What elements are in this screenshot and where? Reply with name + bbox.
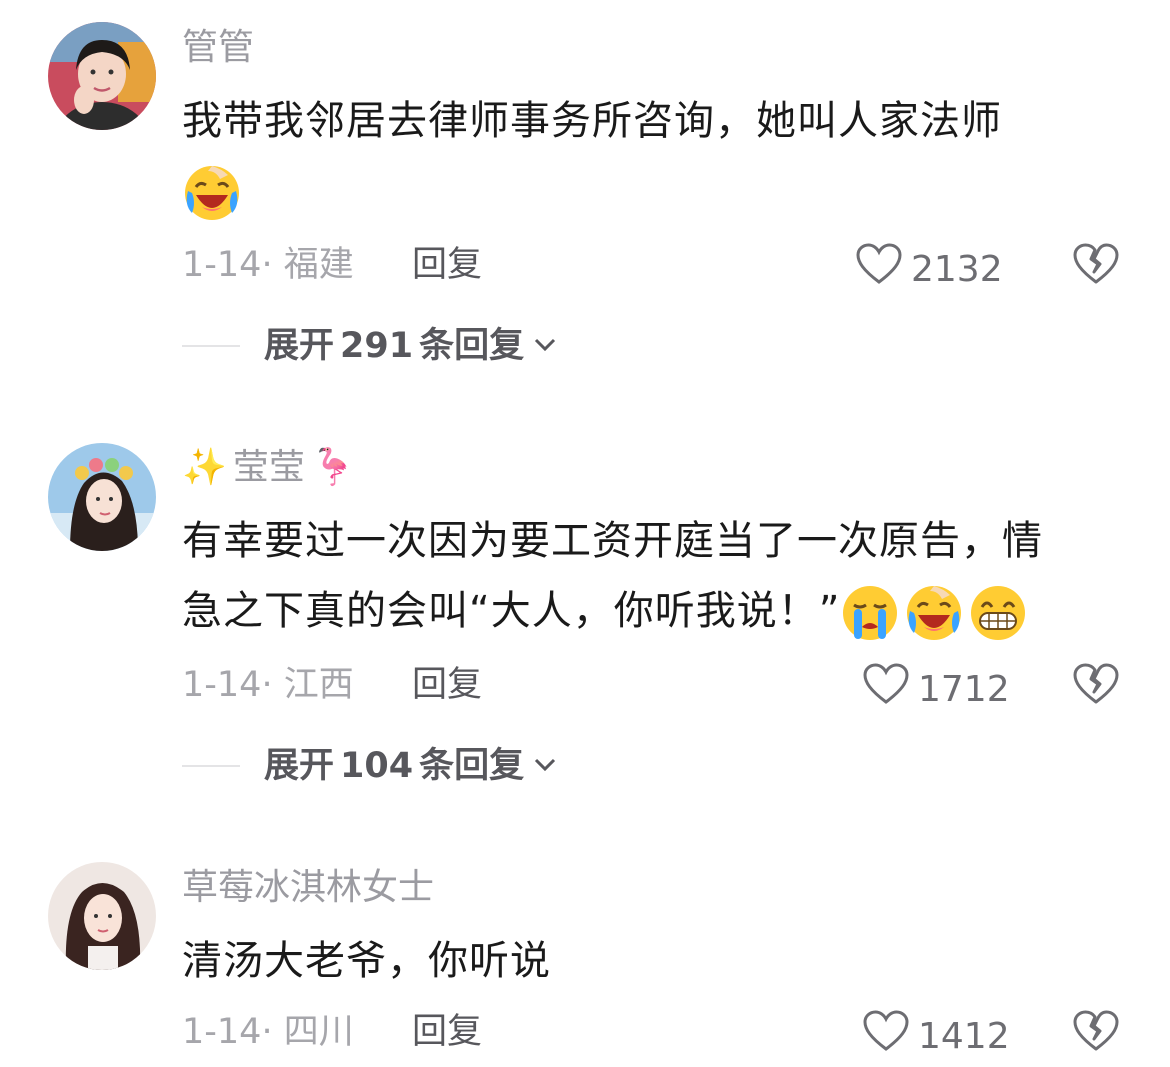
expand-replies-button[interactable]: 展开 291 条回复 [182, 324, 558, 368]
avatar[interactable] [48, 862, 156, 970]
heart-icon [855, 242, 911, 297]
divider-line [182, 345, 240, 347]
chevron-down-icon [524, 334, 558, 358]
comment-location: 江西 [283, 665, 354, 705]
grin-emoji [968, 583, 1028, 643]
meta-separator: · [261, 665, 284, 705]
broken-heart-icon [1072, 663, 1120, 710]
comment-date: 1-14 [182, 665, 262, 705]
comment-date: 1-14 [182, 245, 262, 285]
comment-date: 1-14 [182, 1012, 262, 1052]
sparkles-icon: ✨ [182, 447, 227, 488]
laugh-cry-emoji [904, 583, 964, 643]
like-count: 1412 [918, 1015, 1010, 1057]
reply-button[interactable]: 回复 [412, 243, 482, 287]
comment-text: 有幸要过一次因为要工资开庭当了一次原告，情 急之下真的会叫“大人，你听我说！” [182, 506, 1122, 646]
avatar[interactable] [48, 22, 156, 130]
expand-suffix: 条回复 [419, 746, 525, 786]
comment-meta: 1-14· 四川 [182, 1010, 354, 1054]
meta-separator: · [261, 245, 284, 285]
laugh-cry-emoji [182, 163, 242, 223]
broken-heart-icon [1072, 243, 1120, 290]
comment-meta: 1-14· 江西 [182, 663, 354, 707]
comment-text: 我带我邻居去律师事务所咨询，她叫人家法师 [182, 86, 1122, 226]
avatar[interactable] [48, 443, 156, 551]
expand-replies-button[interactable]: 展开 104 条回复 [182, 744, 558, 788]
meta-separator: · [261, 1012, 284, 1052]
reply-button[interactable]: 回复 [412, 663, 482, 707]
divider-line [182, 765, 240, 767]
like-count: 2132 [911, 248, 1003, 290]
dislike-button[interactable] [1072, 662, 1120, 710]
heart-icon [862, 1009, 918, 1064]
like-button[interactable]: 1412 [862, 1009, 1022, 1064]
username[interactable]: ✨ 莹莹 🦩 [182, 446, 356, 490]
username[interactable]: 管管 [182, 26, 254, 70]
like-count: 1712 [918, 668, 1010, 710]
comment-location: 四川 [283, 1012, 354, 1052]
expand-prefix: 展开 [264, 326, 335, 366]
dislike-button[interactable] [1072, 1009, 1120, 1057]
expand-suffix: 条回复 [419, 326, 525, 366]
reply-button[interactable]: 回复 [412, 1010, 482, 1054]
chevron-down-icon [524, 754, 558, 778]
expand-prefix: 展开 [264, 746, 335, 786]
like-button[interactable]: 1712 [862, 662, 1022, 717]
comment-location: 福建 [283, 245, 354, 285]
heart-icon [862, 662, 918, 717]
crying-emoji [840, 583, 900, 643]
like-button[interactable]: 2132 [855, 242, 1015, 297]
username[interactable]: 草莓冰淇林女士 [182, 866, 434, 910]
expand-count: 291 [340, 326, 414, 366]
expand-count: 104 [340, 746, 414, 786]
comment-meta: 1-14· 福建 [182, 243, 354, 287]
dislike-button[interactable] [1072, 242, 1120, 290]
comment-text: 清汤大老爷，你听说 [182, 938, 551, 984]
broken-heart-icon [1072, 1010, 1120, 1057]
flamingo-icon: 🦩 [310, 447, 356, 488]
